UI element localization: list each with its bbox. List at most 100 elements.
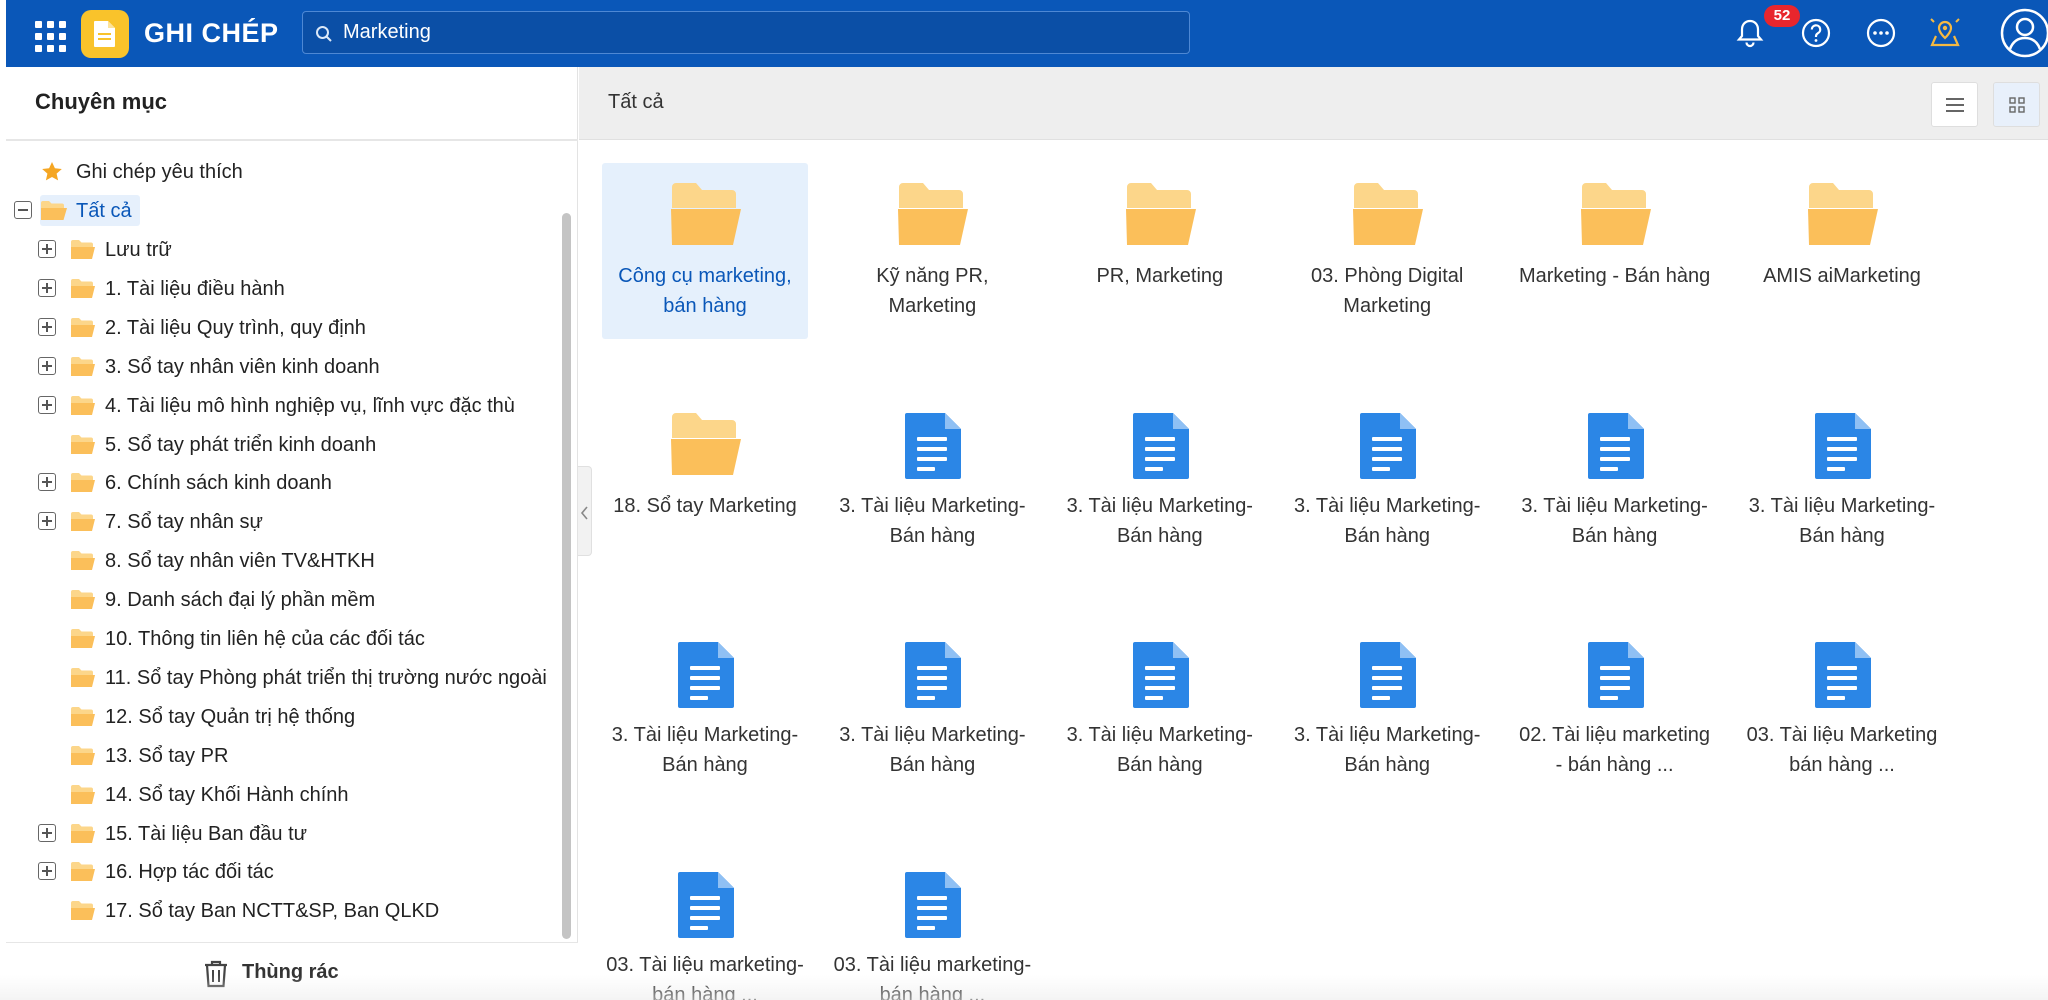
folder-icon	[71, 901, 95, 921]
folder-icon	[71, 862, 95, 882]
sidebar-scrollbar[interactable]	[562, 145, 571, 945]
tree-item[interactable]: 12. Sổ tay Quản trị hệ thống	[6, 697, 562, 736]
folder-tile[interactable]: PR, Marketing	[1057, 163, 1263, 339]
document-tile[interactable]: 3. Tài liệu Marketing- Bán hàng	[829, 393, 1035, 569]
document-tile[interactable]: 3. Tài liệu Marketing- Bán hàng	[1739, 393, 1945, 569]
folder-tile[interactable]: Kỹ năng PR, Marketing	[829, 163, 1035, 339]
tree-item-label: 6. Chính sách kinh doanh	[105, 472, 332, 495]
location-icon[interactable]	[1927, 15, 1963, 51]
tree-item[interactable]: Lưu trữ	[6, 230, 562, 269]
expand-toggle[interactable]	[38, 862, 56, 881]
tree-item[interactable]: 13. Sổ tay PR	[6, 736, 562, 775]
folder-icon	[71, 317, 95, 337]
document-tile[interactable]: 3. Tài liệu Marketing- Bán hàng	[1512, 393, 1718, 569]
tree-item-label: 16. Hợp tác đối tác	[105, 861, 274, 884]
list-view-button[interactable]	[1931, 82, 1978, 127]
document-tile[interactable]: 03. Tài liệu Marketing bán hàng ...	[1739, 622, 1945, 798]
tree-item[interactable]: 11. Sổ tay Phòng phát triển thị trường n…	[6, 658, 562, 697]
folder-icon	[71, 667, 95, 687]
grid-view-button[interactable]	[1993, 82, 2040, 127]
document-icon	[905, 642, 962, 709]
document-tile[interactable]: 3. Tài liệu Marketing- Bán hàng	[1284, 393, 1490, 569]
item-grid: Công cụ marketing, bán hàng Kỹ năng PR, M…	[579, 141, 2048, 1000]
document-tile[interactable]: 3. Tài liệu Marketing- Bán hàng	[1057, 393, 1263, 569]
bell-icon[interactable]	[1732, 15, 1768, 51]
app-title[interactable]: GHI CHÉP	[144, 16, 279, 50]
tree-item[interactable]: 6. Chính sách kinh doanh	[6, 463, 562, 502]
trash-label: Thùng rác	[242, 961, 339, 983]
tree-item-label: 12. Sổ tay Quản trị hệ thống	[105, 705, 356, 728]
expand-toggle[interactable]	[38, 473, 56, 492]
tree-item[interactable]: 10. Thông tin liên hệ của các đối tác	[6, 619, 562, 658]
folder-tile[interactable]: Công cụ marketing, bán hàng	[602, 163, 808, 339]
tree-item[interactable]: 8. Sổ tay nhân viên TV&HTKH	[6, 541, 562, 580]
help-icon[interactable]	[1798, 15, 1834, 51]
tree-item[interactable]: 1. Tài liệu điều hành	[6, 269, 562, 308]
expand-toggle[interactable]	[38, 395, 56, 414]
tree-item[interactable]: 16. Hợp tác đối tác	[6, 852, 562, 891]
tree-item-label: 7. Sổ tay nhân sự	[105, 511, 263, 534]
tile-name: 3. Tài liệu Marketing- Bán hàng	[1066, 494, 1253, 547]
tree-item-favorites[interactable]: Ghi chép yêu thích	[6, 152, 562, 191]
content-header: Tất cả	[579, 67, 2048, 140]
tree-item-all[interactable]: Tất cả	[6, 191, 562, 230]
tile-name: 3. Tài liệu Marketing- Bán hàng	[839, 724, 1026, 777]
tile-name: 03. Tài liệu Marketing bán hàng ...	[1746, 724, 1938, 777]
document-icon	[1360, 412, 1417, 479]
scrollbar-thumb[interactable]	[562, 213, 571, 939]
grid-view-icon	[2009, 97, 2025, 113]
search-box[interactable]	[302, 11, 1190, 54]
category-tree: Ghi chép yêu thích Tất cả Lưu trữ 1. Tài …	[6, 152, 562, 1000]
folder-icon	[71, 512, 95, 532]
tree-item[interactable]: 7. Sổ tay nhân sự	[6, 502, 562, 541]
tile-name: 02. Tài liệu marketing - bán hàng ...	[1519, 724, 1711, 777]
document-tile[interactable]: 3. Tài liệu Marketing- Bán hàng	[1057, 622, 1263, 798]
tile-name: Marketing - Bán hàng	[1518, 265, 1711, 287]
folder-tile[interactable]: AMIS aiMarketing	[1739, 163, 1945, 339]
tree-item[interactable]: 5. Sổ tay phát triển kinh doanh	[6, 425, 562, 464]
document-icon	[905, 412, 962, 479]
document-icon	[678, 871, 734, 938]
trash-button[interactable]: Thùng rác	[6, 942, 578, 1000]
tile-name: 3. Tài liệu Marketing- Bán hàng	[1748, 494, 1936, 547]
document-tile[interactable]: 02. Tài liệu marketing - bán hàng ...	[1512, 622, 1718, 798]
document-icon	[1815, 412, 1871, 479]
expand-toggle[interactable]	[38, 356, 56, 375]
tile-name: 03. Phòng Digital Marketing	[1311, 265, 1464, 317]
document-tile[interactable]: 3. Tài liệu Marketing- Bán hàng	[829, 622, 1035, 798]
tree-item-label: 9. Danh sách đại lý phần mềm	[105, 589, 376, 612]
search-input[interactable]	[343, 12, 1163, 53]
user-avatar-icon[interactable]	[2000, 8, 2048, 58]
document-tile[interactable]: 3. Tài liệu Marketing- Bán hàng	[602, 622, 808, 798]
expand-toggle[interactable]	[38, 278, 56, 297]
tree-item-label: 11. Sổ tay Phòng phát triển thị trường n…	[105, 666, 547, 689]
notes-logo-icon[interactable]	[81, 10, 129, 58]
folder-icon	[671, 183, 741, 245]
tree-item[interactable]: 3. Sổ tay nhân viên kinh doanh	[6, 347, 562, 386]
tree-item-label: Ghi chép yêu thích	[76, 161, 243, 183]
apps-grid-icon[interactable]	[30, 16, 66, 52]
tree-item[interactable]: 9. Danh sách đại lý phần mềm	[6, 580, 562, 619]
folder-tile[interactable]: Marketing - Bán hàng	[1512, 163, 1718, 339]
document-tile[interactable]: 3. Tài liệu Marketing- Bán hàng	[1284, 622, 1490, 798]
folder-icon	[71, 356, 95, 376]
tree-item[interactable]: 4. Tài liệu mô hình nghiệp vụ, lĩnh vực …	[6, 386, 562, 425]
collapse-toggle[interactable]	[14, 201, 32, 219]
notification-badge: 52	[1764, 5, 1800, 27]
more-icon[interactable]	[1863, 15, 1899, 51]
expand-toggle[interactable]	[38, 240, 56, 258]
document-tile[interactable]: 03. Tài liệu marketing- bán hàng ...	[829, 852, 1035, 1000]
tree-item[interactable]: 14. Sổ tay Khối Hành chính	[6, 775, 562, 814]
expand-toggle[interactable]	[38, 317, 56, 336]
expand-toggle[interactable]	[38, 512, 56, 531]
tree-item[interactable]: 15. Tài liệu Ban đầu tư	[6, 814, 562, 853]
document-tile[interactable]: 03. Tài liệu marketing- bán hàng ...	[602, 852, 808, 1000]
tile-name: 3. Tài liệu Marketing- Bán hàng	[1293, 494, 1481, 547]
expand-toggle[interactable]	[38, 823, 56, 842]
tile-name: Công cụ marketing, bán hàng	[618, 265, 792, 317]
tree-item[interactable]: 2. Tài liệu Quy trình, quy định	[6, 308, 562, 347]
tree-item[interactable]: 17. Sổ tay Ban NCTT&SP, Ban QLKD	[6, 891, 562, 930]
document-icon	[1815, 642, 1871, 709]
folder-tile[interactable]: 03. Phòng Digital Marketing	[1284, 163, 1490, 339]
folder-tile[interactable]: 18. Sổ tay Marketing	[602, 393, 808, 569]
